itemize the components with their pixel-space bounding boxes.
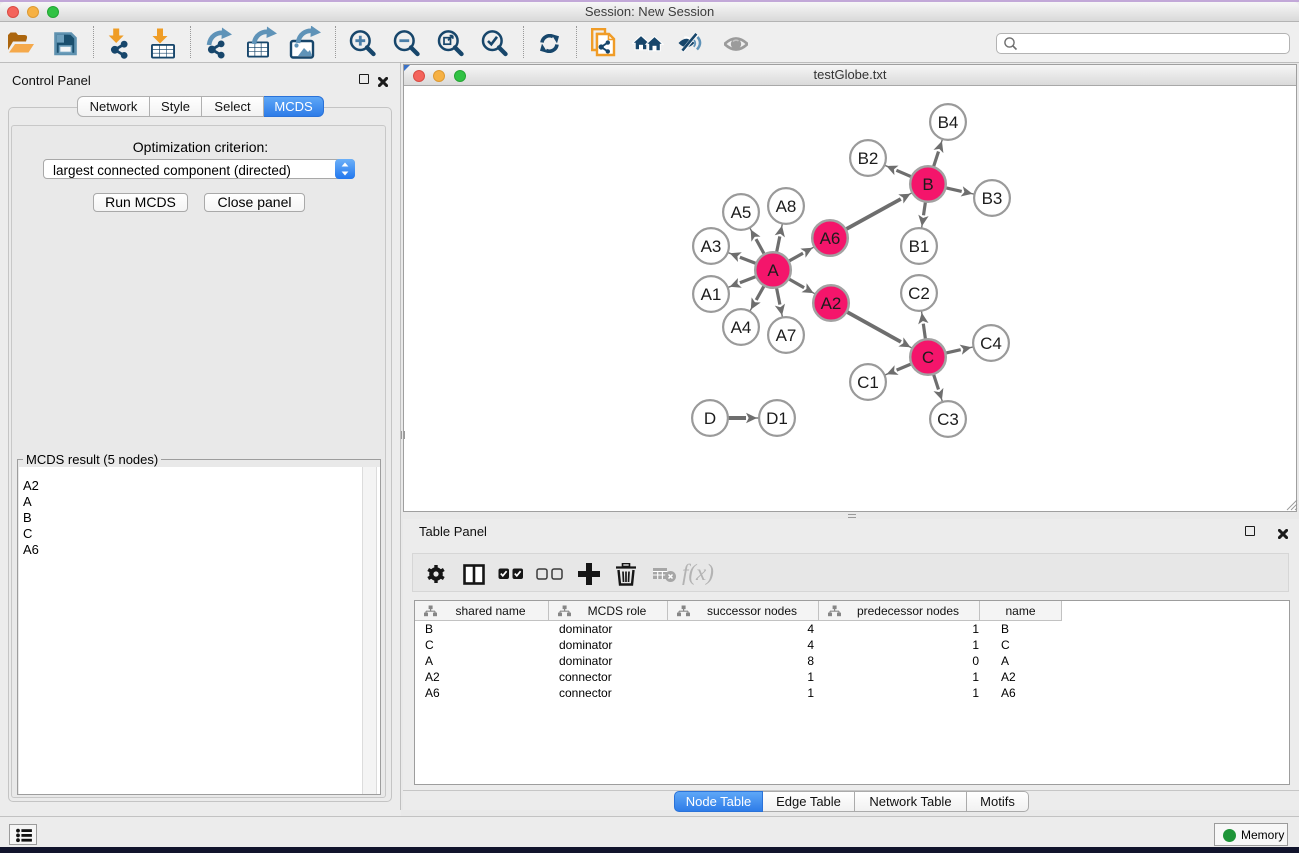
svg-text:D: D — [704, 409, 716, 428]
svg-text:B: B — [922, 175, 933, 194]
svg-text:A6: A6 — [820, 229, 841, 248]
svg-text:A7: A7 — [776, 326, 797, 345]
svg-text:A1: A1 — [701, 285, 722, 304]
svg-text:A5: A5 — [731, 203, 752, 222]
svg-text:D1: D1 — [766, 409, 788, 428]
svg-text:B4: B4 — [938, 113, 959, 132]
svg-text:C4: C4 — [980, 334, 1002, 353]
svg-text:A4: A4 — [731, 318, 752, 337]
svg-text:C2: C2 — [908, 284, 930, 303]
svg-text:f(x): f(x) — [682, 562, 714, 585]
svg-text:A2: A2 — [821, 294, 842, 313]
svg-text:A8: A8 — [776, 197, 797, 216]
svg-text:B3: B3 — [982, 189, 1003, 208]
svg-text:C3: C3 — [937, 410, 959, 429]
svg-text:B1: B1 — [909, 237, 930, 256]
svg-text:C1: C1 — [857, 373, 879, 392]
svg-text:C: C — [922, 348, 934, 367]
svg-text:A: A — [767, 261, 779, 280]
svg-text:B2: B2 — [858, 149, 879, 168]
svg-text:A3: A3 — [701, 237, 722, 256]
